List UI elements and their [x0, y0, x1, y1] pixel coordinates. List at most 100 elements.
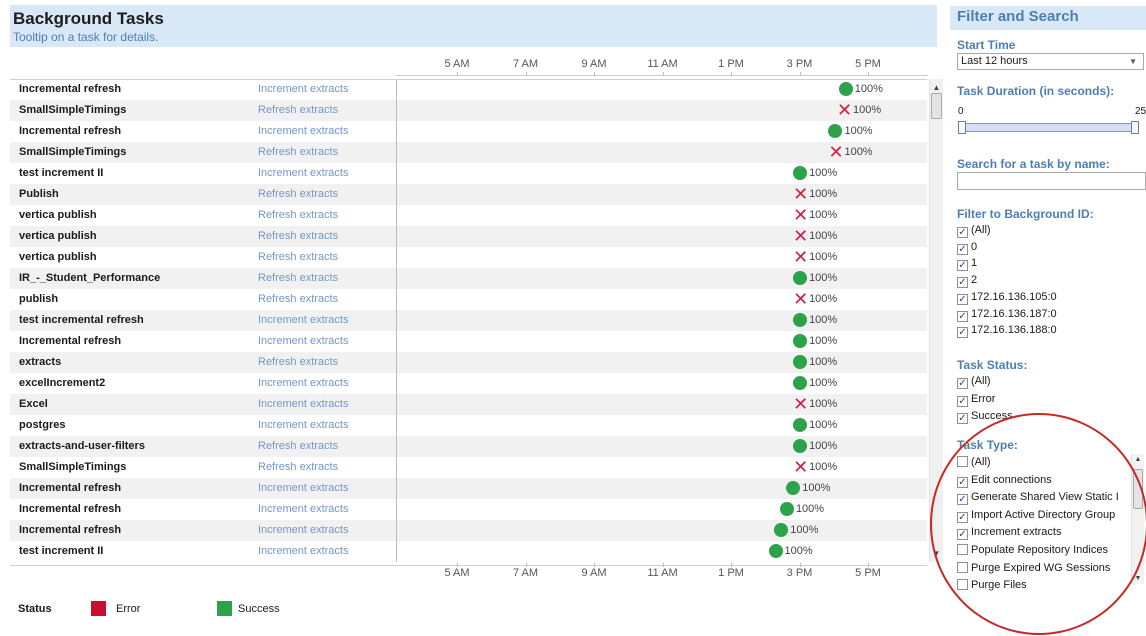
success-marker[interactable]: [793, 166, 808, 180]
background-id-option[interactable]: ✓ 0: [957, 240, 977, 256]
task-row[interactable]: Incremental refresh Increment extracts 100…: [10, 520, 927, 541]
error-x-icon[interactable]: ✕: [793, 227, 808, 245]
page-title: Background Tasks: [13, 9, 164, 28]
background-id-option[interactable]: ✓ (All): [957, 223, 991, 239]
scroll-thumb[interactable]: [931, 93, 942, 119]
success-marker[interactable]: [786, 481, 801, 495]
checkbox[interactable]: ✓: [957, 327, 968, 339]
error-x-icon[interactable]: ✕: [828, 143, 843, 161]
axis-tickmark: [525, 72, 527, 76]
task-status-option[interactable]: ✓ Error: [957, 392, 995, 408]
background-id-option[interactable]: ✓ 172.16.136.187:0: [957, 307, 1057, 323]
error-x-icon[interactable]: ✕: [793, 206, 808, 224]
task-row[interactable]: vertica publish Refresh extracts ✕ 100%: [10, 226, 927, 247]
background-id-option[interactable]: ✓ 2: [957, 273, 977, 289]
task-row[interactable]: Incremental refresh Increment extracts 100…: [10, 79, 927, 100]
task-percent: 100%: [809, 293, 838, 305]
task-row[interactable]: extracts-and-user-filters Refresh extract…: [10, 436, 927, 457]
duration-slider-track[interactable]: [960, 123, 1135, 132]
task-row[interactable]: test increment II Increment extracts 100%: [10, 541, 927, 562]
checkbox[interactable]: ✓: [957, 395, 968, 407]
task-row[interactable]: SmallSimpleTimings Refresh extracts ✕ 100%: [10, 457, 927, 478]
task-name: Incremental refresh: [19, 482, 122, 494]
success-marker[interactable]: [793, 418, 808, 432]
task-row[interactable]: excelIncrement2 Increment extracts 100%: [10, 373, 927, 394]
start-time-label: Start Time: [957, 38, 1016, 52]
task-type: Increment extracts: [258, 377, 349, 389]
success-marker[interactable]: [793, 355, 808, 369]
task-percent: 100%: [809, 188, 838, 200]
task-type: Increment extracts: [258, 314, 349, 326]
axis-tick-label: 11 AM: [647, 567, 678, 579]
task-row[interactable]: Publish Refresh extracts ✕ 100%: [10, 184, 927, 205]
scroll-up-icon[interactable]: ▲: [1132, 456, 1144, 463]
background-id-option[interactable]: ✓ 172.16.136.105:0: [957, 290, 1057, 306]
success-marker[interactable]: [779, 502, 794, 516]
checkbox[interactable]: ✓: [957, 310, 968, 322]
success-marker[interactable]: [774, 523, 789, 537]
error-x-icon[interactable]: ✕: [793, 458, 808, 476]
error-x-icon[interactable]: ✕: [793, 290, 808, 308]
task-row[interactable]: Incremental refresh Increment extracts 100…: [10, 478, 927, 499]
success-marker[interactable]: [793, 334, 808, 348]
task-status-label: Task Status:: [957, 358, 1028, 372]
success-marker[interactable]: [828, 124, 843, 138]
duration-slider-min-handle[interactable]: [958, 121, 966, 134]
background-id-option[interactable]: ✓ 172.16.136.188:0: [957, 323, 1057, 339]
axis-tickmark: [594, 563, 595, 567]
error-x-icon[interactable]: ✕: [793, 395, 808, 413]
chevron-down-icon[interactable]: ▼: [1129, 54, 1137, 69]
task-search-input[interactable]: [957, 172, 1146, 190]
checkbox[interactable]: ✓: [957, 260, 968, 272]
task-row[interactable]: publish Refresh extracts ✕ 100%: [10, 289, 927, 310]
success-marker[interactable]: [768, 544, 783, 558]
task-name: SmallSimpleTimings: [19, 461, 127, 473]
error-x-icon[interactable]: ✕: [793, 185, 808, 203]
axis-tick-label: 11 AM: [647, 58, 678, 70]
task-row[interactable]: test incremental refresh Increment extrac…: [10, 310, 927, 331]
task-name: Incremental refresh: [19, 125, 122, 137]
task-row[interactable]: Incremental refresh Increment extracts 100…: [10, 331, 927, 352]
success-marker[interactable]: [793, 313, 808, 327]
checkbox[interactable]: ✓: [957, 413, 968, 424]
duration-slider-max-handle[interactable]: [1131, 121, 1139, 134]
task-row[interactable]: test increment II Increment extracts 100%: [10, 163, 927, 184]
checkbox[interactable]: ✓: [957, 243, 968, 255]
task-row[interactable]: extracts Refresh extracts 100%: [10, 352, 927, 373]
success-marker[interactable]: [838, 82, 853, 96]
task-row[interactable]: Excel Increment extracts ✕ 100%: [10, 394, 927, 415]
duration-max: 25: [1135, 106, 1146, 117]
task-type: Increment extracts: [258, 419, 349, 431]
background-id-option[interactable]: ✓ 1: [957, 256, 977, 272]
task-row[interactable]: Incremental refresh Increment extracts 100…: [10, 121, 927, 142]
success-marker[interactable]: [793, 271, 808, 285]
task-name: publish: [19, 293, 59, 305]
checkbox[interactable]: ✓: [957, 293, 968, 305]
start-time-select[interactable]: Last 12 hours ▼: [957, 53, 1144, 70]
task-row[interactable]: postgres Increment extracts 100%: [10, 415, 927, 436]
task-row[interactable]: IR_-_Student_Performance Refresh extracts…: [10, 268, 927, 289]
task-status-option[interactable]: ✓ (All): [957, 374, 991, 390]
success-marker[interactable]: [793, 439, 808, 453]
axis-tickmark: [594, 72, 595, 76]
axis-tick-label: 1 PM: [718, 567, 744, 579]
axis-tickmark: [525, 563, 527, 567]
error-x-icon[interactable]: ✕: [837, 101, 852, 119]
task-name: test incremental refresh: [19, 314, 144, 326]
checkbox[interactable]: ✓: [957, 378, 968, 389]
task-row[interactable]: Incremental refresh Increment extracts 100…: [10, 499, 927, 520]
task-row[interactable]: SmallSimpleTimings Refresh extracts ✕ 100%: [10, 142, 927, 163]
axis-tick-label: 5 PM: [855, 58, 881, 70]
checkbox-label: 172.16.136.187:0: [971, 307, 1057, 320]
checkbox[interactable]: ✓: [957, 277, 968, 289]
task-row[interactable]: vertica publish Refresh extracts ✕ 100%: [10, 247, 927, 268]
task-percent: 100%: [844, 125, 873, 137]
task-row[interactable]: SmallSimpleTimings Refresh extracts ✕ 100%: [10, 100, 927, 121]
task-percent: 100%: [784, 545, 813, 557]
task-percent: 100%: [809, 377, 838, 389]
checkbox[interactable]: ✓: [957, 227, 968, 238]
success-marker[interactable]: [793, 376, 808, 390]
task-name: vertica publish: [19, 209, 97, 221]
task-row[interactable]: vertica publish Refresh extracts ✕ 100%: [10, 205, 927, 226]
error-x-icon[interactable]: ✕: [793, 248, 808, 266]
